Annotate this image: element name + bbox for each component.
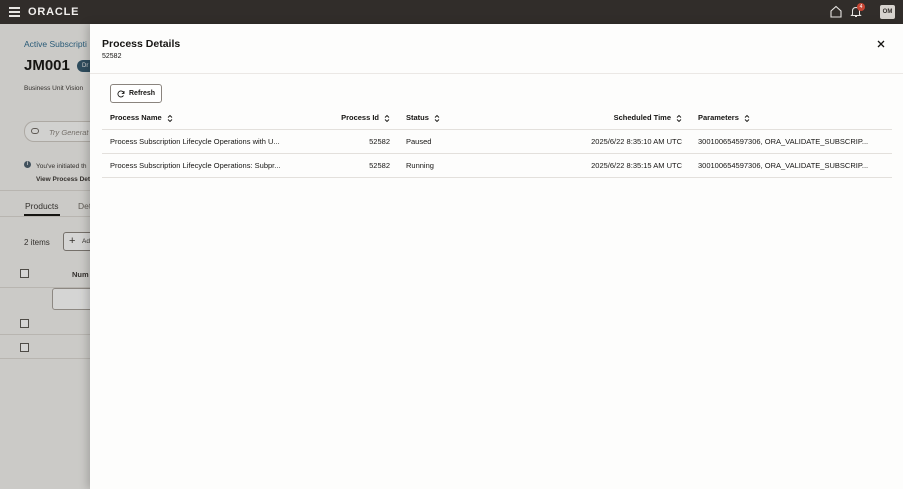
top-bar: ORACLE 4 OM: [0, 0, 903, 24]
avatar[interactable]: OM: [880, 5, 895, 19]
column-header-scheduled-time[interactable]: Scheduled Time: [522, 106, 682, 130]
cell-process-id: 52582: [369, 137, 390, 146]
drawer-title: Process Details: [102, 38, 181, 50]
sort-icon[interactable]: [676, 114, 682, 123]
cell-parameters: 300100654597306, ORA_VALIDATE_SUBSCRIP..…: [698, 161, 869, 170]
modal-overlay[interactable]: [0, 24, 90, 489]
cell-process-name: Process Subscription Lifecycle Operation…: [110, 161, 281, 170]
table-row[interactable]: Process Subscription Lifecycle Operation…: [102, 130, 892, 154]
sort-icon[interactable]: [744, 114, 750, 123]
sort-icon[interactable]: [384, 114, 390, 123]
refresh-button[interactable]: Refresh: [110, 84, 162, 103]
menu-icon[interactable]: [9, 7, 20, 17]
oracle-logo[interactable]: ORACLE: [28, 6, 79, 18]
sort-icon[interactable]: [167, 114, 173, 123]
process-table: Process Name Process Id Status Scheduled…: [102, 106, 892, 178]
table-header-row: Process Name Process Id Status Scheduled…: [102, 106, 892, 130]
sort-icon[interactable]: [434, 114, 440, 123]
close-icon[interactable]: [875, 38, 887, 50]
table-row[interactable]: Process Subscription Lifecycle Operation…: [102, 154, 892, 178]
process-details-drawer: Process Details 52582 Refresh Process Na…: [90, 24, 903, 489]
drawer-subtitle: 52582: [102, 53, 122, 60]
cell-process-id: 52582: [369, 161, 390, 170]
cell-process-name: Process Subscription Lifecycle Operation…: [110, 137, 280, 146]
home-icon[interactable]: [830, 5, 842, 18]
column-header-parameters[interactable]: Parameters: [698, 106, 888, 130]
column-header-status[interactable]: Status: [406, 106, 476, 130]
cell-status: Running: [406, 161, 434, 170]
cell-parameters: 300100654597306, ORA_VALIDATE_SUBSCRIP..…: [698, 137, 869, 146]
column-header-process-id[interactable]: Process Id: [320, 106, 390, 130]
cell-status: Paused: [406, 137, 432, 146]
refresh-button-label: Refresh: [129, 90, 156, 97]
notification-badge: 4: [857, 3, 865, 11]
divider: [90, 73, 903, 74]
refresh-icon: [117, 90, 125, 97]
column-header-process-name[interactable]: Process Name: [110, 106, 330, 130]
cell-scheduled-time: 2025/6/22 8:35:15 AM UTC: [591, 161, 682, 170]
cell-scheduled-time: 2025/6/22 8:35:10 AM UTC: [591, 137, 682, 146]
